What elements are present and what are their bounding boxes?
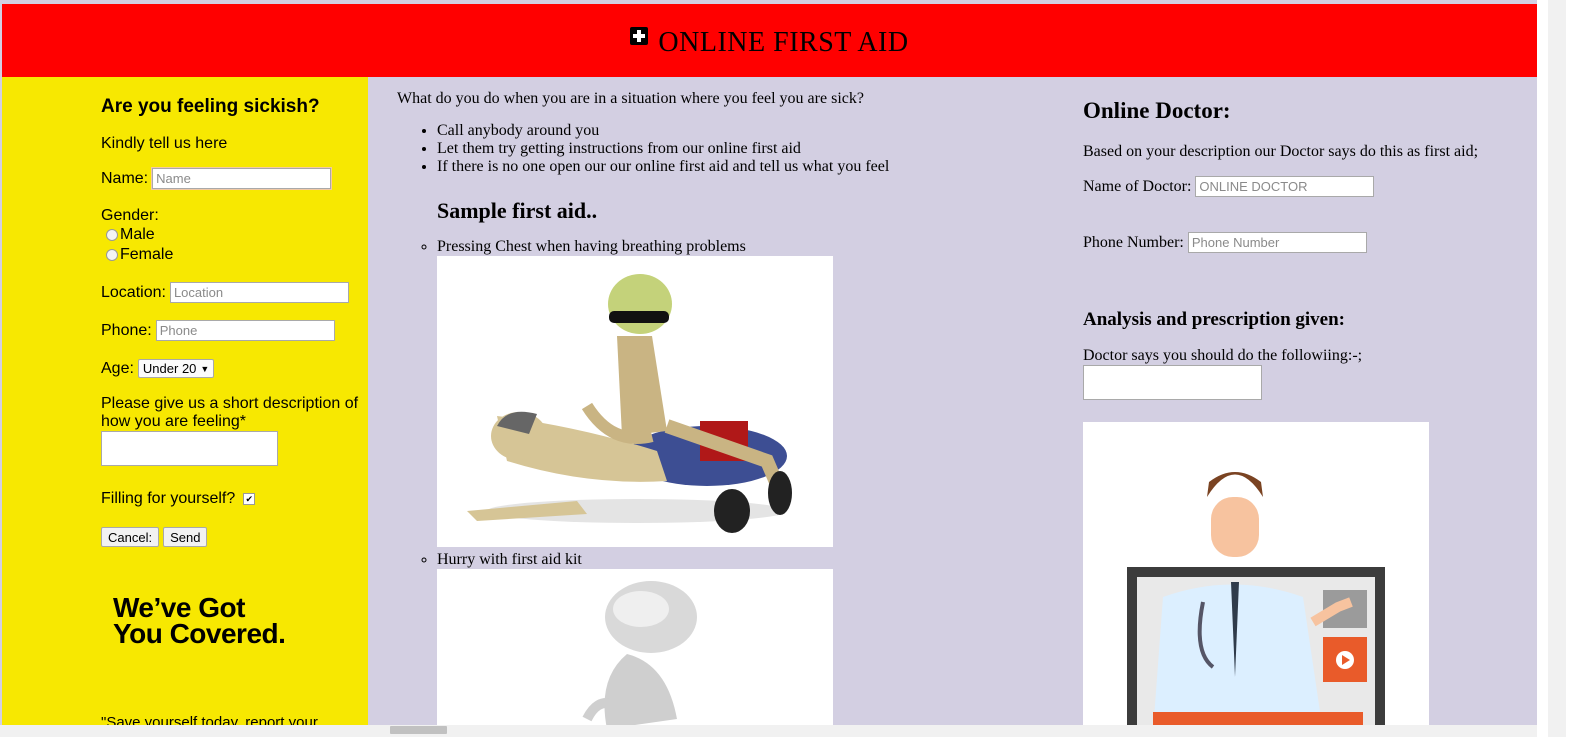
female-label: Female [120, 246, 174, 263]
first-aid-kit-illustration [437, 569, 833, 729]
guidance-step: Call anybody around you [437, 122, 1037, 140]
name-input[interactable] [152, 168, 332, 189]
gender-male-option[interactable]: Male [101, 226, 155, 244]
cancel-button[interactable]: Cancel: [101, 527, 160, 547]
cpr-illustration [437, 256, 833, 547]
guidance-steps: Call anybody around you Let them try get… [397, 122, 1037, 176]
slogan-logo: We’ve Got You Covered. [113, 594, 286, 649]
doctor-illustration [1083, 422, 1429, 732]
first-aid-plus-icon [630, 26, 649, 45]
gender-label: Gender: [101, 207, 159, 224]
send-button[interactable]: Send [163, 527, 208, 547]
sample-list: Pressing Chest when having breathing pro… [397, 238, 1037, 729]
symptom-form-panel: Are you feeling sickish? Kindly tell us … [2, 77, 368, 737]
guidance-step: If there is no one open our our online f… [437, 158, 1037, 176]
slogan-line-2: You Covered. [113, 618, 286, 649]
sample-item: Pressing Chest when having breathing pro… [437, 238, 1037, 547]
doctor-name-row: Name of Doctor: [1083, 176, 1375, 197]
doctor-heading: Online Doctor: [1083, 98, 1231, 123]
form-intro: Kindly tell us here [101, 135, 228, 152]
vertical-scrollbar[interactable] [1537, 0, 1587, 737]
analysis-heading: Analysis and prescription given: [1083, 309, 1345, 330]
description-label: Please give us a short description of ho… [101, 395, 359, 430]
horizontal-scrollbar[interactable] [0, 725, 1537, 737]
doctor-phone-label: Phone Number: [1083, 233, 1184, 251]
prescription-textarea[interactable] [1083, 365, 1262, 400]
male-label: Male [120, 226, 155, 243]
age-select-value: Under 20 [142, 361, 197, 376]
sample-heading: Sample first aid.. [437, 198, 598, 223]
site-title: ONLINE FIRST AID [658, 26, 909, 58]
sample-caption: Hurry with first aid kit [437, 551, 582, 568]
form-heading: Are you feeling sickish? [101, 96, 320, 117]
self-checkbox[interactable]: ✔ [243, 493, 256, 505]
guidance-question: What do you do when you are in a situati… [397, 90, 864, 107]
male-radio[interactable] [106, 229, 118, 241]
female-radio[interactable] [106, 249, 118, 261]
horizontal-scrollbar-thumb[interactable] [390, 726, 447, 734]
doctor-intro: Based on your description our Doctor say… [1083, 143, 1479, 160]
sample-caption: Pressing Chest when having breathing pro… [437, 238, 746, 255]
form-actions: Cancel: Send [101, 527, 211, 547]
name-label: Name: [101, 169, 149, 187]
phone-label: Phone: [101, 321, 152, 339]
phone-row: Phone: [101, 320, 335, 341]
self-row: Filling for yourself? ✔ [101, 490, 256, 508]
page: ONLINE FIRST AID Are you feeling sickish… [0, 0, 1587, 737]
doctor-name-input[interactable] [1195, 176, 1375, 197]
description-textarea[interactable] [101, 431, 278, 466]
gender-female-option[interactable]: Female [101, 246, 173, 264]
sample-item: Hurry with first aid kit [437, 551, 1037, 729]
location-label: Location: [101, 283, 166, 301]
vertical-scrollbar-track[interactable] [1548, 0, 1566, 737]
phone-input[interactable] [155, 320, 335, 341]
dropdown-arrow-icon: ▼ [200, 363, 210, 374]
doctor-phone-input[interactable] [1187, 232, 1367, 253]
age-row: Age: Under 20 ▼ [101, 359, 215, 378]
doctor-name-label: Name of Doctor: [1083, 177, 1192, 195]
age-label: Age: [101, 359, 134, 377]
guidance-step: Let them try getting instructions from o… [437, 140, 1037, 158]
self-label: Filling for yourself? [101, 490, 236, 507]
location-row: Location: [101, 282, 349, 303]
location-input[interactable] [169, 282, 349, 303]
doctor-phone-row: Phone Number: [1083, 232, 1367, 253]
age-select[interactable]: Under 20 ▼ [137, 359, 215, 378]
name-row: Name: [101, 168, 332, 189]
header-bar: ONLINE FIRST AID [2, 4, 1537, 77]
guidance-column: What do you do when you are in a situati… [397, 90, 1037, 729]
analysis-intro: Doctor says you should do the followiing… [1083, 347, 1363, 364]
